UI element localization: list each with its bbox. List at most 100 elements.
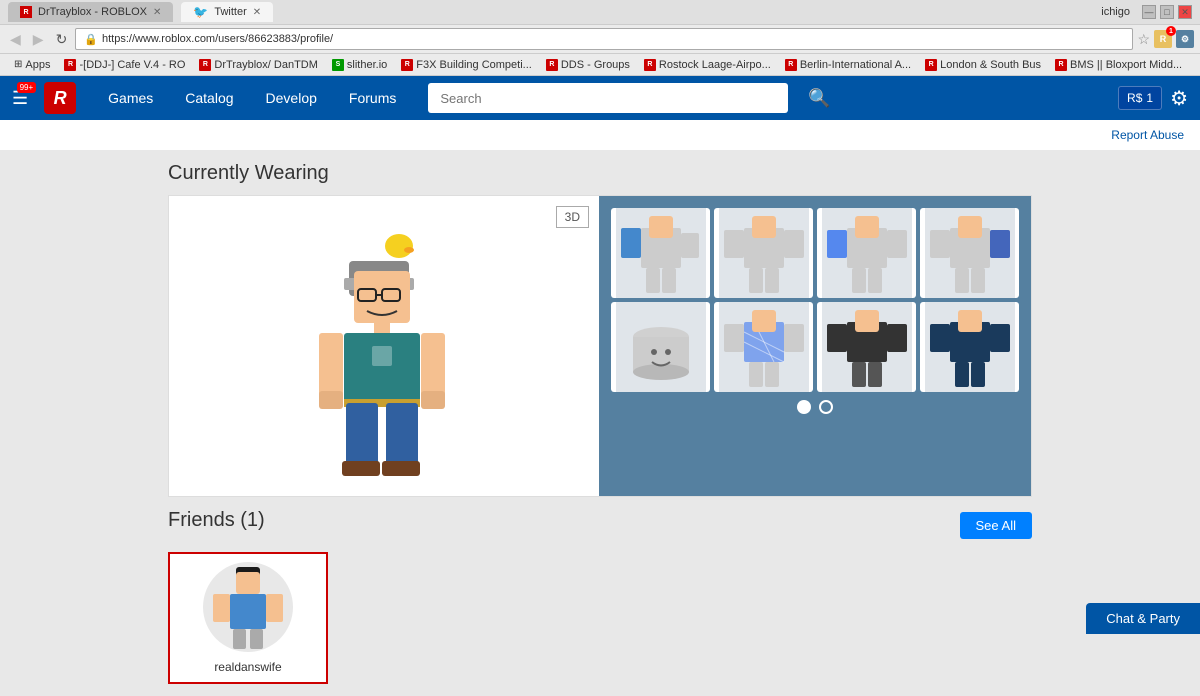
settings-gear-icon[interactable]: ⚙ (1170, 86, 1188, 111)
notification-badge: 1 (1166, 26, 1176, 36)
minimize-button[interactable]: — (1142, 5, 1156, 19)
items-panel (599, 196, 1031, 496)
nav-develop[interactable]: Develop (250, 76, 333, 120)
character-svg (294, 216, 474, 476)
items-grid (611, 208, 1019, 392)
g-icon-slither: S (332, 59, 344, 71)
bookmark-dds[interactable]: R DDS - Groups (540, 57, 636, 73)
f3x-label: F3X Building Competi... (416, 59, 532, 71)
bookmark-slither[interactable]: S slither.io (326, 57, 393, 73)
bookmark-drtrayblox[interactable]: R DrTrayblox/ DanTDM (193, 57, 324, 73)
apps-label: Apps (25, 59, 50, 71)
friends-header: Friends (1) See All (168, 509, 1032, 542)
bookmark-star-icon[interactable]: ☆ (1137, 31, 1150, 48)
tab-active[interactable]: 🐦 Twitter ✕ (181, 2, 273, 22)
back-button[interactable]: ◀ (6, 29, 25, 50)
wearing-panel: 3D (168, 195, 1032, 497)
robux-balance[interactable]: R$ 1 (1118, 86, 1162, 110)
chat-party-button[interactable]: Chat & Party (1086, 603, 1200, 634)
page-content: Report Abuse Currently Wearing 3D (0, 120, 1200, 696)
apps-icon: ⊞ (14, 59, 22, 70)
3d-button[interactable]: 3D (556, 206, 589, 228)
roblox-navigation: ☰ 99+ R Games Catalog Develop Forums 🔍 R… (0, 76, 1200, 120)
inactive-tab-label: DrTrayblox - ROBLOX (38, 6, 147, 18)
nav-games[interactable]: Games (92, 76, 169, 120)
r-icon-dds: R (546, 59, 558, 71)
item-cell-4[interactable] (920, 208, 1019, 298)
notification-count-badge: 99+ (17, 82, 37, 93)
report-abuse-link[interactable]: Report Abuse (1111, 128, 1184, 142)
window-controls: ichigo — □ ✕ (1101, 5, 1192, 19)
item-cell-3[interactable] (817, 208, 916, 298)
reload-button[interactable]: ↻ (52, 29, 72, 50)
forward-button[interactable]: ▶ (29, 29, 48, 50)
friend-name: realdanswife (178, 660, 318, 674)
address-bar[interactable]: 🔒 https://www.roblox.com/users/86623883/… (75, 28, 1133, 50)
maximize-button[interactable]: □ (1160, 5, 1174, 19)
character-view: 3D (169, 196, 599, 496)
r-icon-berlin: R (785, 59, 797, 71)
currently-wearing-title: Currently Wearing (168, 162, 1032, 185)
r-icon-bms: R (1055, 59, 1067, 71)
friend-avatar (203, 562, 293, 652)
roblox-favicon: R (20, 6, 32, 18)
item-cell-8[interactable] (920, 302, 1019, 392)
bookmark-apps[interactable]: ⊞ Apps (8, 57, 56, 73)
friend-avatar-svg (208, 562, 288, 652)
search-button[interactable]: 🔍 (808, 88, 830, 109)
nav-right-items: R$ 1 ⚙ (1118, 86, 1188, 111)
slither-label: slither.io (347, 59, 387, 71)
item-cell-7[interactable] (817, 302, 916, 392)
inactive-tab-close[interactable]: ✕ (153, 7, 161, 18)
r-icon-london: R (925, 59, 937, 71)
bookmark-cafe[interactable]: R -[DDJ-] Cafe V.4 - RO (58, 57, 191, 73)
bookmark-london[interactable]: R London & South Bus (919, 57, 1047, 73)
extension-icon[interactable]: R 1 (1154, 30, 1172, 48)
settings-extension-icon[interactable]: ⚙ (1176, 30, 1194, 48)
drtrayblox-label: DrTrayblox/ DanTDM (214, 59, 318, 71)
currently-wearing-section: Currently Wearing 3D (0, 150, 1200, 497)
dds-label: DDS - Groups (561, 59, 630, 71)
roblox-logo[interactable]: R (44, 82, 76, 114)
nav-forums[interactable]: Forums (333, 76, 412, 120)
title-bar: R DrTrayblox - ROBLOX ✕ 🐦 Twitter ✕ ichi… (0, 0, 1200, 24)
bookmark-berlin[interactable]: R Berlin-International A... (779, 57, 917, 73)
nav-bar: ◀ ▶ ↻ 🔒 https://www.roblox.com/users/866… (0, 24, 1200, 54)
cafe-label: -[DDJ-] Cafe V.4 - RO (79, 59, 185, 71)
r-icon-cafe: R (64, 59, 76, 71)
london-label: London & South Bus (940, 59, 1041, 71)
menu-button[interactable]: ☰ 99+ (12, 88, 28, 109)
item-cell-1[interactable] (611, 208, 710, 298)
nav-catalog[interactable]: Catalog (169, 76, 249, 120)
r-icon-drtrayblox: R (199, 59, 211, 71)
bms-label: BMS || Bloxport Midd... (1070, 59, 1182, 71)
friends-title: Friends (1) (168, 509, 265, 532)
bookmark-rostock[interactable]: R Rostock Laage-Airpo... (638, 57, 777, 73)
nav-links: Games Catalog Develop Forums (92, 76, 412, 120)
berlin-label: Berlin-International A... (800, 59, 911, 71)
see-all-button[interactable]: See All (960, 512, 1032, 539)
active-tab-label: Twitter (214, 6, 246, 18)
dot-1[interactable] (797, 400, 811, 414)
bookmark-bms[interactable]: R BMS || Bloxport Midd... (1049, 57, 1188, 73)
twitter-favicon: 🐦 (193, 5, 208, 19)
dot-indicators (611, 400, 1019, 414)
user-label: ichigo (1101, 6, 1130, 18)
item-cell-6[interactable] (714, 302, 813, 392)
item-cell-5[interactable] (611, 302, 710, 392)
friends-section: Friends (1) See All realdanswife (0, 497, 1200, 696)
active-tab-close[interactable]: ✕ (253, 7, 261, 18)
search-input[interactable] (428, 83, 788, 113)
tab-inactive[interactable]: R DrTrayblox - ROBLOX ✕ (8, 2, 173, 22)
url-text: https://www.roblox.com/users/86623883/pr… (102, 33, 333, 45)
bookmark-f3x[interactable]: R F3X Building Competi... (395, 57, 538, 73)
friend-card[interactable]: realdanswife (168, 552, 328, 684)
r-icon-rostock: R (644, 59, 656, 71)
close-button[interactable]: ✕ (1178, 5, 1192, 19)
item-cell-2[interactable] (714, 208, 813, 298)
ssl-lock-icon: 🔒 (84, 33, 98, 46)
r-icon-f3x: R (401, 59, 413, 71)
nav-right-area: R 1 ⚙ (1154, 30, 1194, 48)
dot-2[interactable] (819, 400, 833, 414)
rs-count: 1 (1146, 91, 1153, 105)
